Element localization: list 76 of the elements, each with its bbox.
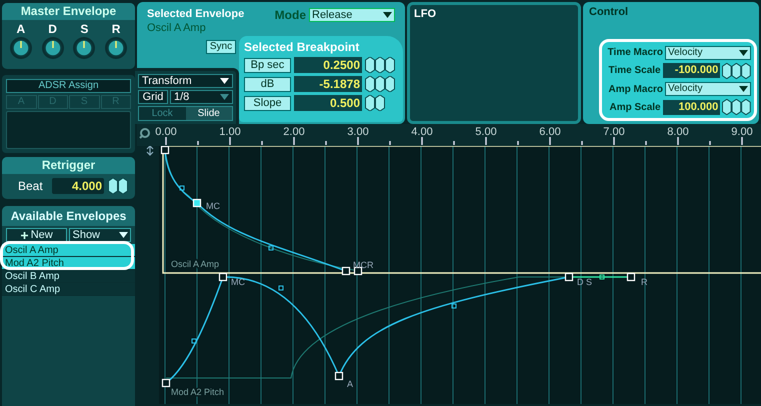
panel-title: Control bbox=[588, 5, 630, 19]
envelope-list-item[interactable]: Oscil B Amp bbox=[2, 270, 135, 283]
field-label: Time Scale bbox=[608, 64, 661, 78]
ruler-label: 5.00 bbox=[475, 126, 497, 138]
param-button[interactable]: dB bbox=[244, 76, 291, 92]
knob-label: S bbox=[80, 23, 88, 36]
vertical-resize-icon[interactable] bbox=[146, 146, 154, 156]
breakpoint-label: MCR bbox=[353, 260, 374, 270]
adsr-assign-header: ADSR Assign bbox=[6, 79, 131, 93]
field-label: Amp Macro bbox=[608, 82, 663, 97]
breakpoint-label: MC bbox=[231, 277, 245, 287]
grid-dropdown[interactable]: 1/8 bbox=[170, 90, 233, 104]
knob[interactable] bbox=[40, 36, 65, 60]
knob-label: A bbox=[16, 23, 26, 36]
panel-title: Master Envelope bbox=[2, 3, 135, 20]
envelope-list-item[interactable]: Oscil C Amp bbox=[2, 283, 135, 296]
value-field[interactable]: -5.1878 bbox=[294, 76, 362, 92]
value-field[interactable]: -100.000 bbox=[662, 63, 720, 78]
show-dropdown[interactable]: Show bbox=[69, 228, 131, 242]
spinner-icon[interactable] bbox=[365, 95, 385, 111]
knob-label: R bbox=[112, 23, 120, 36]
plus-icon bbox=[20, 232, 28, 238]
knob[interactable] bbox=[104, 36, 128, 60]
value-field[interactable]: 0.500 bbox=[294, 95, 362, 111]
breakpoint-label: MC bbox=[206, 201, 220, 211]
ruler-label: 2.00 bbox=[283, 126, 305, 138]
transform-dropdown[interactable]: Transform bbox=[138, 74, 233, 88]
value-field[interactable]: 4.000 bbox=[52, 178, 104, 194]
ruler-label: 6.00 bbox=[539, 126, 561, 138]
caret-icon bbox=[220, 94, 229, 100]
breakpoint-label: A bbox=[347, 379, 354, 389]
breakpoint-label: D S bbox=[577, 277, 592, 287]
spinner-icon[interactable] bbox=[365, 76, 395, 92]
field-label: Mode bbox=[274, 8, 306, 22]
panel-title: Selected Envelope bbox=[147, 8, 244, 21]
caret-icon bbox=[739, 50, 748, 56]
ruler-label: 1.00 bbox=[219, 126, 241, 138]
field-label: Amp Scale bbox=[608, 100, 661, 115]
macro-dropdown[interactable]: Velocity bbox=[665, 82, 751, 96]
value-field[interactable]: 100.000 bbox=[662, 100, 720, 115]
spinner-icon[interactable] bbox=[722, 99, 751, 116]
sync-button[interactable]: Sync bbox=[206, 40, 236, 54]
caret-icon bbox=[383, 12, 392, 18]
ruler-label: 0.00 bbox=[155, 126, 177, 138]
envelope-name: Oscil A Amp bbox=[147, 21, 207, 35]
spinner-icon[interactable] bbox=[365, 57, 395, 73]
ruler-label: 9.00 bbox=[731, 126, 753, 138]
panel-title: Selected Breakpoint bbox=[244, 40, 360, 54]
envelope-list-item[interactable]: Oscil A Amp bbox=[2, 244, 135, 257]
ruler-label: 8.00 bbox=[667, 126, 689, 138]
mode-dropdown[interactable]: Release bbox=[309, 8, 395, 22]
breakpoint-label: R bbox=[641, 277, 648, 287]
param-button[interactable]: Slope bbox=[244, 96, 291, 110]
ruler-label: 4.00 bbox=[411, 126, 433, 138]
panel-title: Available Envelopes bbox=[2, 206, 135, 226]
field-label: Beat bbox=[17, 178, 44, 195]
caret-icon bbox=[739, 86, 748, 92]
zoom-icon[interactable] bbox=[139, 128, 150, 139]
knob[interactable] bbox=[8, 36, 33, 60]
ruler-label: 3.00 bbox=[347, 126, 369, 138]
macro-dropdown[interactable]: Velocity bbox=[665, 46, 751, 60]
knob[interactable] bbox=[72, 36, 96, 60]
new-button[interactable]: New bbox=[6, 228, 68, 242]
caret-icon bbox=[119, 232, 128, 238]
grid-label: Grid bbox=[138, 90, 168, 104]
panel-title: LFO bbox=[413, 7, 437, 21]
spinner-icon[interactable] bbox=[108, 178, 128, 194]
panel-title: Retrigger bbox=[2, 157, 135, 174]
spinner-icon[interactable] bbox=[722, 62, 751, 79]
mode-tab[interactable]: Slide bbox=[186, 107, 232, 120]
field-label: Time Macro bbox=[606, 46, 663, 60]
caret-icon bbox=[220, 78, 229, 84]
param-button[interactable]: Bp sec bbox=[244, 58, 291, 72]
ruler-label: 7.00 bbox=[603, 126, 625, 138]
knob-label: D bbox=[48, 23, 57, 36]
value-field[interactable]: 0.2500 bbox=[294, 57, 362, 73]
